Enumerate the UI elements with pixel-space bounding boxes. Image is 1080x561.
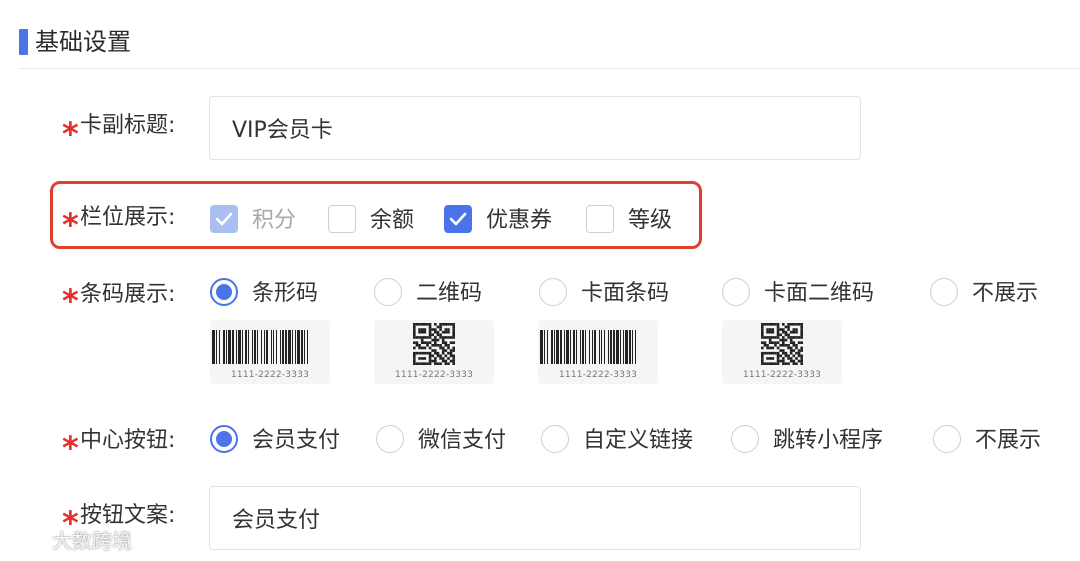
checkbox-coupon[interactable] (444, 205, 472, 233)
checkbox-level-label: 等级 (628, 208, 673, 233)
radio-barcode[interactable] (210, 278, 238, 306)
radio-card-qrcode-label: 卡面二维码 (764, 281, 875, 306)
checkbox-level[interactable] (586, 205, 614, 233)
radio-barcode-none[interactable] (930, 278, 958, 306)
radio-card-qrcode[interactable] (722, 278, 750, 306)
radio-wechat-pay[interactable] (376, 425, 404, 453)
radio-qrcode-label: 二维码 (416, 281, 483, 306)
qrcode-icon (761, 323, 803, 365)
watermark-text: 大数跨境 (52, 529, 132, 553)
section-divider (19, 68, 1080, 69)
check-icon (215, 212, 233, 226)
radio-member-pay[interactable] (210, 425, 238, 453)
radio-barcode-label: 条形码 (252, 281, 319, 306)
barcode-icon (540, 330, 636, 364)
radio-barcode-none-label: 不展示 (972, 281, 1039, 306)
card-barcode-preview: 1111-2222-3333 (538, 320, 658, 384)
radio-card-barcode[interactable] (539, 278, 567, 306)
center-button-label: 中心按钮: (80, 428, 176, 453)
radio-center-none[interactable] (933, 425, 961, 453)
radio-wechat-pay-label: 微信支付 (418, 428, 507, 453)
card-qrcode-preview: 1111-2222-3333 (722, 320, 842, 384)
barcode-preview: 1111-2222-3333 (210, 320, 330, 384)
radio-mini-program-label: 跳转小程序 (773, 428, 884, 453)
code-number: 1111-2222-3333 (230, 370, 309, 380)
section-accent-bar (19, 29, 28, 55)
radio-mini-program[interactable] (731, 425, 759, 453)
radio-custom-link[interactable] (541, 425, 569, 453)
barcode-label: 条码展示: (80, 282, 176, 307)
radio-center-none-label: 不展示 (975, 428, 1042, 453)
qrcode-preview: 1111-2222-3333 (374, 320, 494, 384)
qrcode-icon (413, 323, 455, 365)
card-subtitle-input[interactable] (209, 96, 861, 160)
fields-label: 栏位展示: (80, 205, 176, 230)
radio-custom-link-label: 自定义链接 (583, 428, 694, 453)
checkbox-points[interactable] (210, 205, 238, 233)
checkbox-coupon-label: 优惠券 (486, 208, 553, 233)
check-icon (449, 212, 467, 226)
required-star: * (62, 115, 79, 153)
code-number: 1111-2222-3333 (742, 370, 821, 380)
checkbox-points-label: 积分 (252, 208, 297, 233)
section-title: 基础设置 (35, 28, 131, 56)
checkbox-balance[interactable] (328, 205, 356, 233)
button-text-input[interactable] (209, 486, 861, 550)
checkbox-balance-label: 余额 (370, 208, 415, 233)
watermark-logo (8, 533, 48, 551)
card-subtitle-label: 卡副标题: (80, 113, 176, 138)
barcode-icon (212, 330, 308, 364)
required-star: * (62, 429, 79, 467)
code-number: 1111-2222-3333 (394, 370, 473, 380)
code-number: 1111-2222-3333 (558, 370, 637, 380)
radio-qrcode[interactable] (374, 278, 402, 306)
radio-card-barcode-label: 卡面条码 (581, 281, 670, 306)
radio-member-pay-label: 会员支付 (252, 428, 341, 453)
required-star: * (62, 206, 79, 244)
required-star: * (62, 282, 79, 320)
